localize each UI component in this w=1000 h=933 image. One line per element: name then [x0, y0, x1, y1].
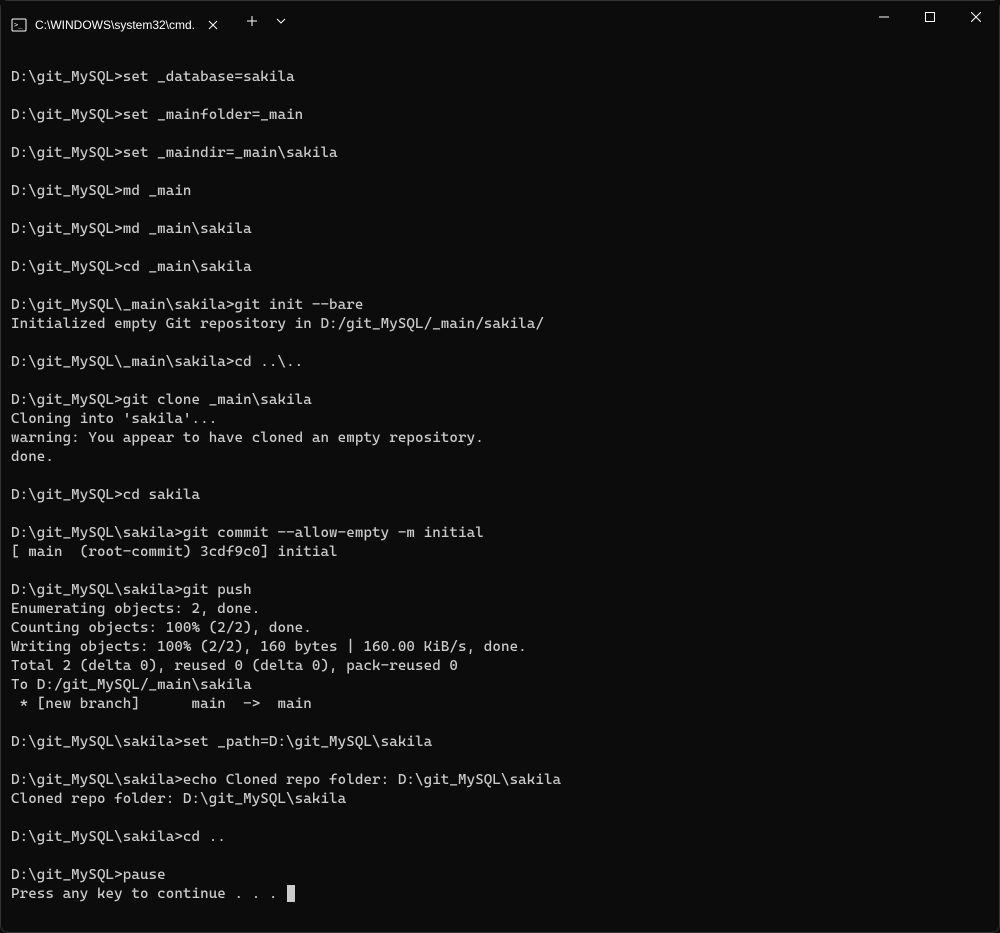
terminal-line: D:\git_MySQL\sakila>git commit --allow-e…: [11, 524, 989, 543]
terminal-line: [11, 714, 989, 733]
terminal-line: [11, 125, 989, 144]
terminal-line: Counting objects: 100% (2/2), done.: [11, 619, 989, 638]
minimize-button[interactable]: [861, 1, 907, 33]
titlebar-left: >_ C:\WINDOWS\system32\cmd.: [1, 1, 295, 41]
terminal-line: [11, 372, 989, 391]
terminal-line: done.: [11, 448, 989, 467]
terminal-line: Initialized empty Git repository in D:/g…: [11, 315, 989, 334]
terminal-line: D:\git_MySQL>cd sakila: [11, 486, 989, 505]
terminal-line: D:\git_MySQL\sakila>git push: [11, 581, 989, 600]
terminal-line: D:\git_MySQL>md _main\sakila: [11, 220, 989, 239]
terminal-line: warning: You appear to have cloned an em…: [11, 429, 989, 448]
terminal-line: D:\git_MySQL\_main\sakila>git init --bar…: [11, 296, 989, 315]
terminal-line: D:\git_MySQL>git clone _main\sakila: [11, 391, 989, 410]
terminal-line: D:\git_MySQL>md _main: [11, 182, 989, 201]
tab-title: C:\WINDOWS\system32\cmd.: [35, 18, 197, 32]
terminal-line: [11, 277, 989, 296]
terminal-line: [11, 201, 989, 220]
terminal-line: D:\git_MySQL\sakila>set _path=D:\git_MyS…: [11, 733, 989, 752]
terminal-line: Total 2 (delta 0), reused 0 (delta 0), p…: [11, 657, 989, 676]
terminal-line: To D:/git_MySQL/_main\sakila: [11, 676, 989, 695]
terminal-line: [11, 334, 989, 353]
window-controls: [861, 1, 999, 41]
terminal-line: D:\git_MySQL>pause: [11, 866, 989, 885]
cmd-icon: >_: [11, 17, 27, 33]
terminal-line: Cloned repo folder: D:\git_MySQL\sakila: [11, 790, 989, 809]
terminal-line: [11, 505, 989, 524]
terminal-line: [11, 49, 989, 68]
terminal-line: D:\git_MySQL>set _database=sakila: [11, 68, 989, 87]
terminal-line: D:\git_MySQL\sakila>cd ..: [11, 828, 989, 847]
close-button[interactable]: [953, 1, 999, 33]
terminal-line: D:\git_MySQL>set _maindir=_main\sakila: [11, 144, 989, 163]
terminal-line: [11, 467, 989, 486]
terminal-line: [11, 847, 989, 866]
terminal-line: [11, 87, 989, 106]
terminal-line: [11, 239, 989, 258]
terminal-cursor: [287, 885, 295, 902]
terminal-line: [11, 752, 989, 771]
terminal-line: Cloning into 'sakila'...: [11, 410, 989, 429]
new-tab-button[interactable]: [237, 6, 267, 36]
terminal-line: * [new branch] main -> main: [11, 695, 989, 714]
terminal-output[interactable]: D:\git_MySQL>set _database=sakila D:\git_…: [1, 41, 999, 912]
terminal-line: Press any key to continue . . .: [11, 885, 989, 904]
terminal-line: [11, 809, 989, 828]
tab-close-button[interactable]: [205, 17, 221, 33]
titlebar: >_ C:\WINDOWS\system32\cmd.: [1, 1, 999, 41]
terminal-line: D:\git_MySQL>cd _main\sakila: [11, 258, 989, 277]
terminal-line: Enumerating objects: 2, done.: [11, 600, 989, 619]
terminal-line: D:\git_MySQL>set _mainfolder=_main: [11, 106, 989, 125]
tab-cmd[interactable]: >_ C:\WINDOWS\system32\cmd.: [1, 9, 231, 41]
terminal-line: [11, 562, 989, 581]
terminal-line: D:\git_MySQL\sakila>echo Cloned repo fol…: [11, 771, 989, 790]
tab-dropdown-button[interactable]: [267, 6, 295, 36]
terminal-line: [11, 163, 989, 182]
terminal-line: [ main (root-commit) 3cdf9c0] initial: [11, 543, 989, 562]
maximize-button[interactable]: [907, 1, 953, 33]
terminal-line: Writing objects: 100% (2/2), 160 bytes |…: [11, 638, 989, 657]
terminal-line: D:\git_MySQL\_main\sakila>cd ..\..: [11, 353, 989, 372]
svg-text:>_: >_: [14, 21, 23, 29]
